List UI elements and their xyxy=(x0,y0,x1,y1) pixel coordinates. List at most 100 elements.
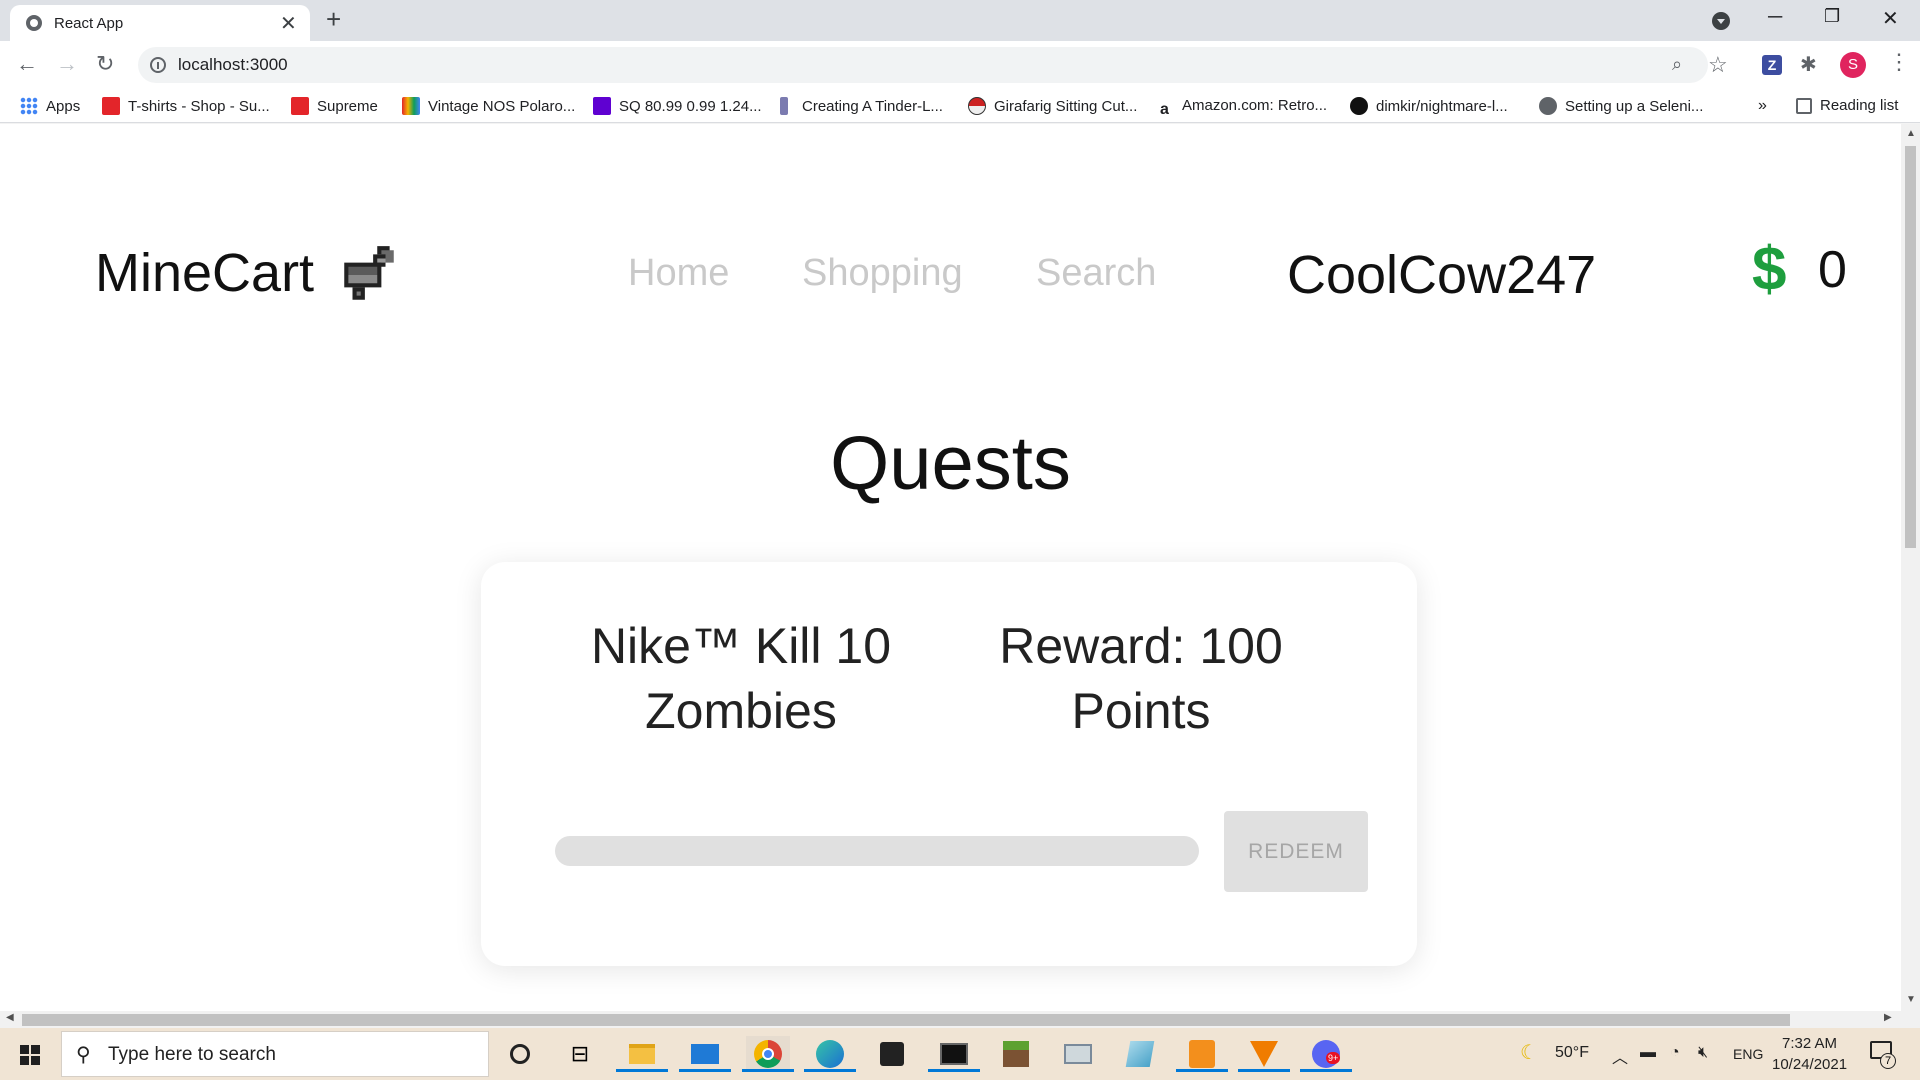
restore-icon[interactable]: ❐ xyxy=(1824,6,1840,27)
sublime-icon[interactable] xyxy=(1176,1036,1228,1072)
dollar-icon: $ xyxy=(1752,235,1787,304)
nav-shopping[interactable]: Shopping xyxy=(802,252,963,295)
battery-icon[interactable]: ▬ xyxy=(1640,1044,1656,1062)
address-bar[interactable]: localhost:3000 ⌕ ☆ xyxy=(138,47,1728,83)
username[interactable]: CoolCow247 xyxy=(1287,244,1596,306)
zotero-extension-icon[interactable]: Z xyxy=(1762,55,1782,75)
scroll-up-icon[interactable]: ▲ xyxy=(1906,128,1916,139)
github-icon xyxy=(1350,97,1368,115)
figure-icon xyxy=(780,97,788,115)
language-indicator[interactable]: ENG xyxy=(1733,1046,1763,1062)
close-tab-icon[interactable]: ✕ xyxy=(280,11,297,36)
balance-amount: 0 xyxy=(1818,241,1847,299)
system-clock[interactable]: 7:32 AM 10/24/2021 xyxy=(1772,1033,1847,1075)
supreme-icon xyxy=(291,97,309,115)
tray-chevron-icon[interactable]: ︿ xyxy=(1612,1044,1628,1068)
taskbar-search[interactable]: ⚲ xyxy=(61,1031,489,1077)
window-close-icon[interactable]: ✕ xyxy=(1882,6,1899,31)
amazon-icon: a xyxy=(1160,101,1169,118)
bookmark-sq[interactable]: SQ 80.99 0.99 1.24... xyxy=(593,97,762,115)
windows-taskbar: ⚲ ⊟ 9+ ☾ 50°F ︿ xyxy=(0,1028,1920,1080)
horizontal-scroll-thumb[interactable] xyxy=(22,1014,1790,1026)
bookmark-github[interactable]: dimkir/nightmare-l... xyxy=(1350,97,1508,115)
new-tab-icon[interactable]: + xyxy=(326,4,341,35)
bookmark-tinder[interactable]: Creating A Tinder-L... xyxy=(780,97,943,115)
taskbar-search-input[interactable] xyxy=(108,1044,468,1066)
nav-search[interactable]: Search xyxy=(1036,252,1156,295)
reading-list-icon xyxy=(1796,98,1812,114)
quest-reward: Reward: 100 Points xyxy=(999,618,1283,739)
browser-tab[interactable]: React App ✕ xyxy=(10,5,310,41)
bookmark-tshirts[interactable]: T-shirts - Shop - Su... xyxy=(102,97,270,115)
supreme-icon xyxy=(102,97,120,115)
scroll-down-icon[interactable]: ▼ xyxy=(1906,994,1916,1005)
clock-date: 10/24/2021 xyxy=(1772,1056,1848,1073)
clock-time: 7:32 AM xyxy=(1782,1035,1838,1052)
bookmark-apps[interactable]: Apps xyxy=(20,97,80,115)
forward-icon[interactable]: → xyxy=(56,51,78,77)
volume-muted-icon[interactable]: 🔇︎ xyxy=(1698,1044,1708,1062)
wifi-icon[interactable]: ◔ xyxy=(1670,1044,1680,1062)
page-viewport: MineCart Home Shopping Search CoolCow247… xyxy=(0,124,1901,1011)
nav-home[interactable]: Home xyxy=(628,252,729,295)
back-icon[interactable]: ← xyxy=(16,51,38,77)
edge-icon[interactable] xyxy=(804,1036,856,1072)
vertical-scroll-thumb[interactable] xyxy=(1905,146,1916,548)
cortana-icon[interactable] xyxy=(502,1036,538,1072)
bookmark-amazon[interactable]: a Amazon.com: Retro... xyxy=(1160,97,1327,119)
shopping-bag-icon xyxy=(402,97,420,115)
bookmarks-bar: Apps T-shirts - Shop - Su... Supreme Vin… xyxy=(0,89,1920,123)
menu-icon[interactable]: ⋮ xyxy=(1888,49,1910,75)
chrome-icon[interactable] xyxy=(742,1036,794,1072)
tab-title: React App xyxy=(54,15,124,32)
url-text[interactable]: localhost:3000 xyxy=(178,55,288,75)
profile-avatar[interactable]: S xyxy=(1840,52,1866,78)
task-view-icon[interactable]: ⊟ xyxy=(562,1036,598,1072)
windows-start-icon[interactable] xyxy=(20,1045,40,1065)
file-explorer-icon[interactable] xyxy=(616,1036,668,1072)
pokeball-icon xyxy=(968,97,986,115)
reading-list-button[interactable]: Reading list xyxy=(1796,97,1898,114)
terminal-icon[interactable] xyxy=(928,1036,980,1072)
minecraft-icon[interactable] xyxy=(998,1036,1034,1072)
minimize-icon[interactable]: ─ xyxy=(1768,6,1782,29)
horizontal-scrollbar[interactable]: ◀ ▶ xyxy=(0,1011,1920,1028)
browser-tabstrip: React App ✕ + ─ ❐ ✕ xyxy=(0,0,1920,41)
reload-icon[interactable]: ↻ xyxy=(96,51,114,77)
bookmarks-overflow-icon[interactable]: » xyxy=(1758,97,1767,115)
photos-icon[interactable] xyxy=(1060,1036,1096,1072)
apps-grid-icon xyxy=(20,97,38,115)
notification-center-icon[interactable]: 7 xyxy=(1868,1039,1896,1069)
bookmark-supreme[interactable]: Supreme xyxy=(291,97,378,115)
notification-count: 7 xyxy=(1880,1053,1896,1069)
vlc-icon[interactable] xyxy=(1238,1036,1290,1072)
bookmark-star-icon[interactable]: ☆ xyxy=(1708,52,1728,78)
bookmark-girafarig[interactable]: Girafarig Sitting Cut... xyxy=(968,97,1137,115)
discord-icon[interactable]: 9+ xyxy=(1300,1036,1352,1072)
page-title: Quests xyxy=(830,421,1071,506)
globe-icon xyxy=(26,15,42,31)
minecart-icon xyxy=(344,246,394,300)
quest-progress-bar xyxy=(555,836,1199,866)
bookmark-selenium[interactable]: Setting up a Seleni... xyxy=(1539,97,1703,115)
yahoo-icon xyxy=(593,97,611,115)
scroll-left-icon[interactable]: ◀ xyxy=(6,1012,14,1023)
bookmark-vintage[interactable]: Vintage NOS Polaro... xyxy=(402,97,575,115)
site-info-icon[interactable] xyxy=(150,57,166,73)
scroll-right-icon[interactable]: ▶ xyxy=(1884,1012,1892,1023)
notepad-icon[interactable] xyxy=(1122,1036,1158,1072)
zoom-icon[interactable]: ⌕ xyxy=(1672,54,1682,75)
weather-temp[interactable]: 50°F xyxy=(1555,1044,1589,1062)
extensions-icon[interactable]: ✱ xyxy=(1800,52,1817,77)
quest-name: Nike™ Kill 10 Zombies xyxy=(590,618,892,739)
app-logo[interactable]: MineCart xyxy=(95,242,314,304)
vertical-scrollbar[interactable]: ▲ ▼ xyxy=(1901,124,1920,1011)
globe-icon xyxy=(1539,97,1557,115)
redeem-button[interactable]: REDEEM xyxy=(1224,811,1368,892)
search-icon: ⚲ xyxy=(76,1044,91,1066)
store-icon[interactable] xyxy=(874,1036,910,1072)
mail-icon[interactable] xyxy=(679,1036,731,1072)
weather-moon-icon[interactable]: ☾ xyxy=(1520,1040,1538,1065)
browser-toolbar: ← → ↻ localhost:3000 ⌕ ☆ Z ✱ S ⋮ xyxy=(0,41,1920,89)
tab-search-icon[interactable] xyxy=(1712,12,1730,30)
